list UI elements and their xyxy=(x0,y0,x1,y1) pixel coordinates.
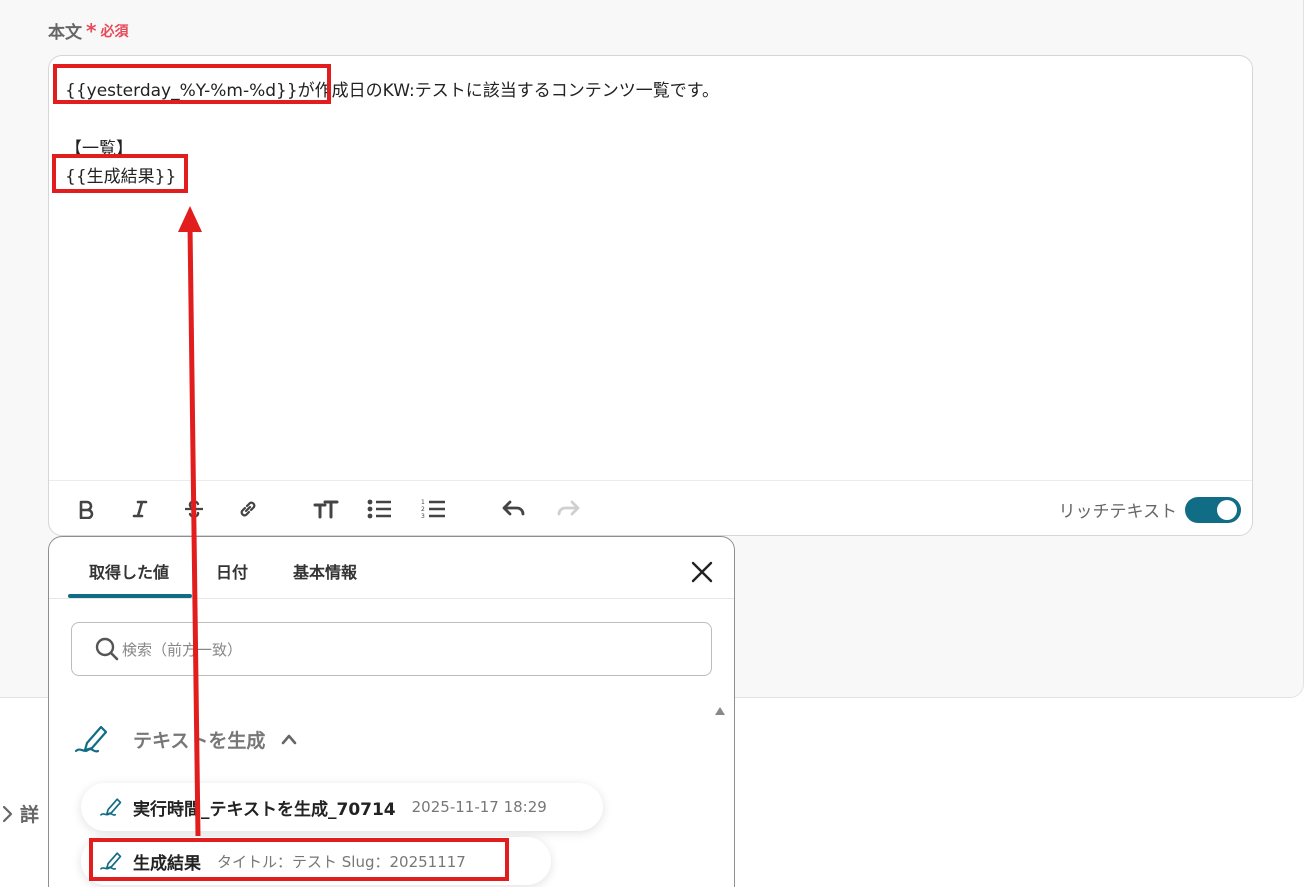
strikethrough-icon[interactable] xyxy=(179,495,209,523)
editor-line-4[interactable]: {{生成結果}} xyxy=(65,162,176,187)
editor-line-1-text[interactable]: が作成日のKW:テストに該当するコンテンツ一覧です。 xyxy=(298,81,719,101)
variable-item-name: 実行時間_テキストを生成_70714 xyxy=(133,799,396,820)
editor-line-1[interactable]: {{yesterday_%Y-%m-%d}}が作成日のKW:テストに該当するコン… xyxy=(65,76,719,101)
svg-text:2: 2 xyxy=(421,506,425,513)
undo-icon[interactable] xyxy=(499,495,529,523)
rich-text-label: リッチテキスト xyxy=(1058,502,1178,522)
pen-scribble-icon xyxy=(74,725,108,753)
group-title: テキストを生成 xyxy=(133,729,266,752)
toggle-knob xyxy=(1217,500,1237,520)
search-icon xyxy=(95,637,119,661)
redo-icon[interactable] xyxy=(553,495,583,523)
editor-toolbar: 123 リッチテキスト xyxy=(49,480,1252,536)
variable-item-execution-time[interactable]: 実行時間_テキストを生成_70714 2025-11-17 18:29 xyxy=(81,783,603,831)
search-input[interactable] xyxy=(122,637,682,663)
pen-scribble-icon xyxy=(100,798,122,816)
variable-item-value: タイトル：テスト Slug：20251117 xyxy=(217,852,466,871)
picker-tabs: 取得した値 日付 基本情報 xyxy=(49,537,734,599)
pen-scribble-icon xyxy=(100,852,122,870)
chevron-up-icon xyxy=(282,734,297,745)
scroll-up-arrow-icon[interactable] xyxy=(714,705,726,717)
required-asterisk: * xyxy=(86,18,97,43)
link-icon[interactable] xyxy=(233,495,263,523)
field-label-text: 本文 xyxy=(48,23,82,43)
variable-item-value: 2025-11-17 18:29 xyxy=(411,798,547,816)
variable-picker: 取得した値 日付 基本情報 テキストを生成 xyxy=(48,536,735,887)
active-tab-indicator xyxy=(68,594,192,598)
body-editor[interactable]: {{yesterday_%Y-%m-%d}}が作成日のKW:テストに該当するコン… xyxy=(48,55,1253,536)
editor-line-3[interactable]: 【一覧】 xyxy=(65,134,133,159)
variable-item-name: 生成結果 xyxy=(133,853,201,874)
rich-text-toggle[interactable] xyxy=(1185,497,1241,523)
details-row[interactable]: 詳 xyxy=(0,800,39,827)
text-size-icon[interactable] xyxy=(311,495,341,523)
required-text: 必須 xyxy=(100,23,129,40)
svg-text:3: 3 xyxy=(421,513,425,520)
search-box[interactable] xyxy=(71,622,712,676)
tab-fetched-values[interactable]: 取得した値 xyxy=(89,559,169,583)
tab-date[interactable]: 日付 xyxy=(216,559,248,583)
details-label: 詳 xyxy=(20,804,40,826)
chevron-right-icon xyxy=(2,805,13,822)
numbered-list-icon[interactable]: 123 xyxy=(419,495,449,523)
svg-text:1: 1 xyxy=(421,499,425,506)
page: 本文 * 必須 {{yesterday_%Y-%m-%d}}が作成日のKW:テス… xyxy=(0,0,1306,887)
variable-item-generated-result[interactable]: 生成結果 タイトル：テスト Slug：20251117 xyxy=(81,837,551,885)
generated-result-token[interactable]: {{生成結果}} xyxy=(65,167,176,187)
group-header-text-generation[interactable]: テキストを生成 xyxy=(73,717,297,761)
yesterday-token[interactable]: {{yesterday_%Y-%m-%d}} xyxy=(65,81,298,101)
bulleted-list-icon[interactable] xyxy=(365,495,395,523)
italic-icon[interactable] xyxy=(125,495,155,523)
close-icon[interactable] xyxy=(689,559,715,585)
bold-icon[interactable] xyxy=(71,495,101,523)
field-label: 本文 * 必須 xyxy=(48,18,129,44)
tab-basic-info[interactable]: 基本情報 xyxy=(293,559,357,583)
